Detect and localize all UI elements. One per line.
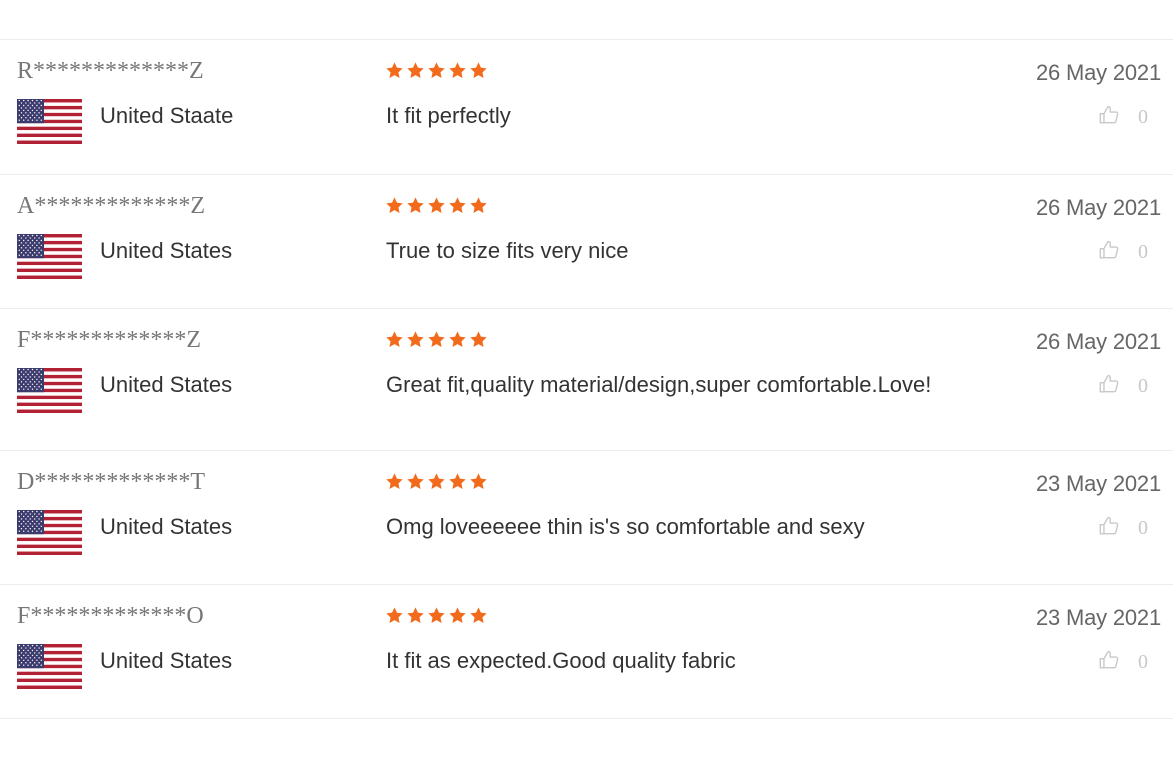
star-rating <box>385 330 488 352</box>
review-text: It fit as expected.Good quality fabric <box>386 648 736 673</box>
reviewer-name: D*************T <box>17 469 205 495</box>
thumbs-up-icon <box>1098 373 1120 400</box>
us-flag-icon <box>17 368 82 414</box>
reviewer-country: United Staate <box>100 103 234 128</box>
review-text: Omg loveeeeee thin is's so comfortable a… <box>386 514 865 539</box>
review-list: R*************Z United Staate It fit per… <box>0 39 1173 719</box>
like-count: 0 <box>1138 241 1148 263</box>
star-icon <box>449 331 466 347</box>
star-icon <box>449 197 466 213</box>
star-icon <box>386 197 403 213</box>
star-rating <box>385 606 488 628</box>
star-icon <box>449 62 466 78</box>
reviewer-name: A*************Z <box>17 193 205 219</box>
review-date: 26 May 2021 <box>1036 329 1161 354</box>
reviewer-name: F*************Z <box>17 327 202 353</box>
review-text: Great fit,quality material/design,super … <box>386 372 932 397</box>
thumbs-up-icon <box>1098 239 1120 266</box>
like-button[interactable]: 0 <box>1098 649 1148 676</box>
like-count: 0 <box>1138 106 1148 128</box>
star-rating <box>385 61 488 83</box>
star-icon <box>449 607 466 623</box>
reviewer-name: R*************Z <box>17 58 204 84</box>
review-text: It fit perfectly <box>386 103 511 128</box>
us-flag-icon <box>17 644 82 690</box>
review-item: R*************Z United Staate It fit per… <box>0 40 1173 175</box>
review-item: A*************Z United States True to si… <box>0 175 1173 309</box>
review-item: D*************T United States Omg loveee… <box>0 451 1173 585</box>
like-count: 0 <box>1138 375 1148 397</box>
star-icon <box>470 607 487 623</box>
us-flag-icon <box>17 510 82 556</box>
reviewer-country: United States <box>100 372 233 397</box>
like-button[interactable]: 0 <box>1098 104 1148 131</box>
review-date: 23 May 2021 <box>1036 471 1161 496</box>
star-icon <box>407 62 424 78</box>
star-icon <box>470 331 487 347</box>
star-rating <box>385 196 488 218</box>
like-button[interactable]: 0 <box>1098 515 1148 542</box>
star-icon <box>407 473 424 489</box>
star-icon <box>428 197 445 213</box>
review-item: F*************O United States It fit as … <box>0 585 1173 719</box>
like-button[interactable]: 0 <box>1098 239 1148 266</box>
star-icon <box>470 473 487 489</box>
star-rating <box>385 472 488 494</box>
star-icon <box>386 331 403 347</box>
review-date: 26 May 2021 <box>1036 195 1161 220</box>
like-count: 0 <box>1138 651 1148 673</box>
star-icon <box>407 331 424 347</box>
star-icon <box>428 607 445 623</box>
star-icon <box>428 62 445 78</box>
us-flag-icon <box>17 99 82 145</box>
reviewer-country: United States <box>100 238 233 263</box>
star-icon <box>449 473 466 489</box>
reviewer-country: United States <box>100 514 233 539</box>
star-icon <box>428 331 445 347</box>
thumbs-up-icon <box>1098 649 1120 676</box>
star-icon <box>470 197 487 213</box>
review-date: 23 May 2021 <box>1036 605 1161 630</box>
star-icon <box>470 62 487 78</box>
star-icon <box>407 197 424 213</box>
review-item: F*************Z United States Great fit,… <box>0 309 1173 451</box>
reviewer-name: F*************O <box>17 603 204 629</box>
star-icon <box>386 473 403 489</box>
star-icon <box>386 62 403 78</box>
like-button[interactable]: 0 <box>1098 373 1148 400</box>
star-icon <box>407 607 424 623</box>
thumbs-up-icon <box>1098 515 1120 542</box>
review-text: True to size fits very nice <box>386 238 629 263</box>
star-icon <box>386 607 403 623</box>
us-flag-icon <box>17 234 82 280</box>
thumbs-up-icon <box>1098 104 1120 131</box>
like-count: 0 <box>1138 517 1148 539</box>
review-date: 26 May 2021 <box>1036 60 1161 85</box>
star-icon <box>428 473 445 489</box>
reviewer-country: United States <box>100 648 233 673</box>
